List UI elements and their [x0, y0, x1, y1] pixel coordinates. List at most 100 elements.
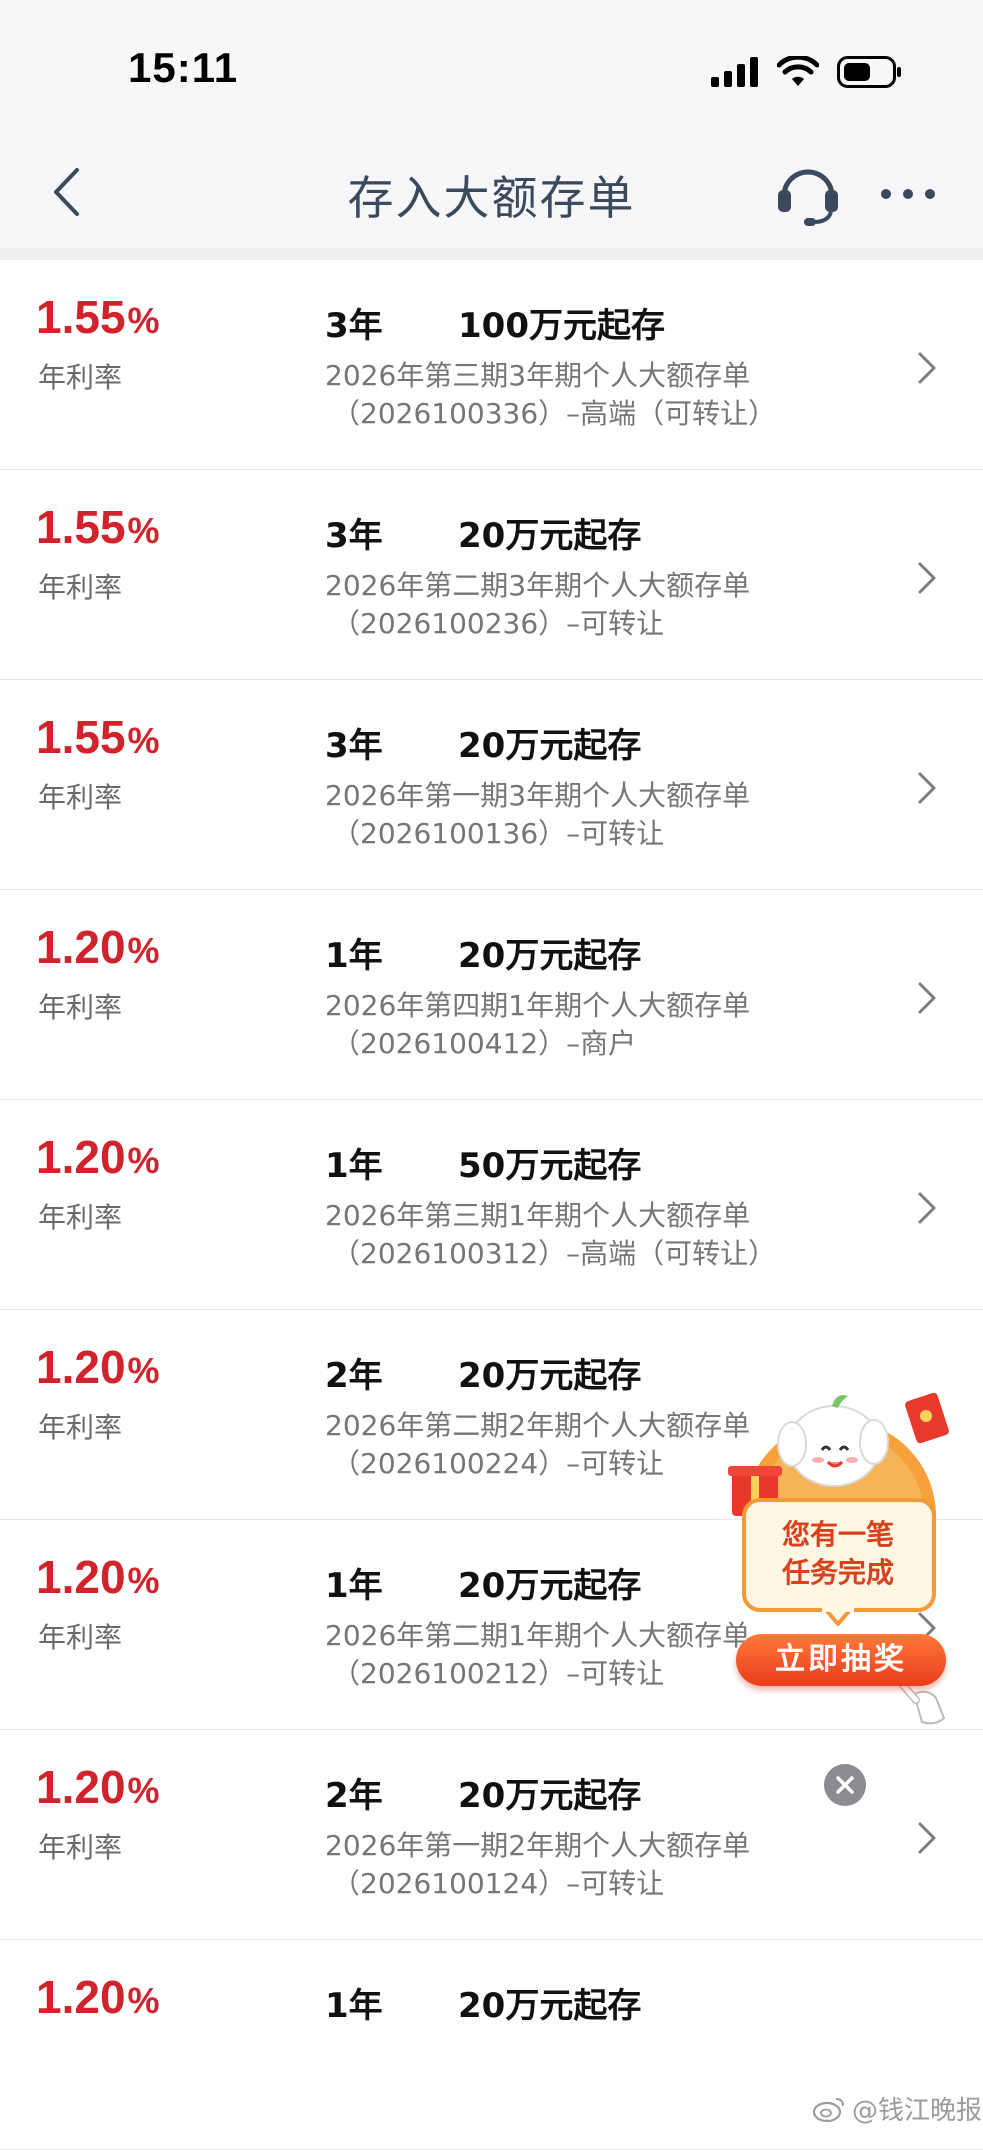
rate-number: 1.20 [36, 921, 126, 973]
term: 3年 [325, 516, 383, 556]
product-list: 1.55% 年利率 3年 100万元起存 2026年第三期3年期个人大额存单 （… [0, 260, 983, 2150]
term: 1年 [325, 936, 383, 976]
product-name: 2026年第三期1年期个人大额存单 [325, 1199, 751, 1232]
rate-number: 1.20 [36, 1761, 126, 1813]
minimum-deposit: 20万元起存 [458, 1986, 642, 2026]
minimum-deposit: 100万元起存 [458, 306, 665, 346]
product-code: （2026100124）–可转让 [332, 1867, 665, 1900]
rate-label: 年利率 [38, 781, 123, 814]
list-item[interactable]: 1.55% 年利率 3年 20万元起存 2026年第一期3年期个人大额存单 （2… [0, 680, 983, 890]
term: 1年 [325, 1566, 383, 1606]
product-code: （2026100236）–可转让 [332, 607, 665, 640]
list-item[interactable]: 1.55% 年利率 3年 100万元起存 2026年第三期3年期个人大额存单 （… [0, 260, 983, 470]
list-item[interactable]: 1.20% 年利率 2年 20万元起存 2026年第一期2年期个人大额存单 （2… [0, 1730, 983, 1940]
weibo-icon [812, 2097, 844, 2122]
product-name: 2026年第一期2年期个人大额存单 [325, 1829, 751, 1862]
rate-value: 1.20% [36, 1970, 160, 2024]
product-code: （2026100412）–商户 [332, 1027, 637, 1060]
rate-percent: % [127, 930, 160, 971]
list-item[interactable]: 1.55% 年利率 3年 20万元起存 2026年第二期3年期个人大额存单 （2… [0, 470, 983, 680]
minimum-deposit: 20万元起存 [458, 1776, 642, 1816]
rate-label: 年利率 [38, 991, 123, 1024]
term: 2年 [325, 1776, 383, 1816]
rate-value: 1.20% [36, 1760, 160, 1814]
minimum-deposit: 20万元起存 [458, 1356, 642, 1396]
rate-value: 1.20% [36, 1550, 160, 1604]
rate-percent: % [127, 1560, 160, 1601]
minimum-deposit: 50万元起存 [458, 1146, 642, 1186]
chevron-right-icon [918, 1192, 936, 1224]
promo-close-button[interactable] [824, 1764, 866, 1806]
product-name: 2026年第四期1年期个人大额存单 [325, 989, 751, 1022]
rate-percent: % [127, 1140, 160, 1181]
chevron-right-icon [918, 352, 936, 384]
list-item[interactable]: 1.20% 年利率 1年 20万元起存 2026年第四期1年期个人大额存单 （2… [0, 890, 983, 1100]
headset-icon [778, 169, 838, 226]
rate-value: 1.55% [36, 290, 160, 344]
rate-number: 1.55 [36, 711, 126, 763]
wifi-icon [777, 56, 819, 86]
chevron-right-icon [918, 1822, 936, 1854]
minimum-deposit: 20万元起存 [458, 936, 642, 976]
term: 2年 [325, 1356, 383, 1396]
product-code: （2026100312）–高端（可转让） [332, 1237, 777, 1270]
promo-message-line2: 任务完成 [781, 1556, 894, 1589]
nav-divider [0, 248, 983, 260]
minimum-deposit: 20万元起存 [458, 1566, 642, 1606]
rate-percent: % [127, 510, 160, 551]
promo-message: 您有一笔 任务完成 [750, 1516, 926, 1592]
rate-value: 1.20% [36, 1130, 160, 1184]
product-name: 2026年第二期3年期个人大额存单 [325, 569, 751, 602]
rate-number: 1.55 [36, 501, 126, 553]
rate-percent: % [127, 1350, 160, 1391]
status-bar: 15:11 [0, 0, 983, 140]
status-time: 15:11 [128, 44, 239, 91]
draw-now-button[interactable]: 立即抽奖 [736, 1634, 946, 1686]
rate-number: 1.20 [36, 1341, 126, 1393]
rate-value: 1.55% [36, 500, 160, 554]
rate-value: 1.20% [36, 920, 160, 974]
chevron-right-icon [918, 772, 936, 804]
battery-icon [837, 56, 901, 88]
rate-number: 1.55 [36, 291, 126, 343]
product-code: （2026100136）–可转让 [332, 817, 665, 850]
rate-percent: % [127, 300, 160, 341]
rate-label: 年利率 [38, 1411, 123, 1444]
customer-service-button[interactable] [776, 158, 840, 228]
rate-value: 1.20% [36, 1340, 160, 1394]
product-code: （2026100224）–可转让 [332, 1447, 665, 1480]
list-item[interactable]: 1.20% 年利率 1年 50万元起存 2026年第三期1年期个人大额存单 （2… [0, 1100, 983, 1310]
chevron-right-icon [918, 562, 936, 594]
minimum-deposit: 20万元起存 [458, 516, 642, 556]
signal-icon [711, 57, 758, 87]
watermark: @钱江晚报 [812, 2090, 982, 2127]
more-button[interactable] [878, 164, 938, 224]
rate-percent: % [127, 1980, 160, 2021]
rate-label: 年利率 [38, 571, 123, 604]
rate-number: 1.20 [36, 1971, 126, 2023]
close-icon [836, 1776, 854, 1794]
minimum-deposit: 20万元起存 [458, 726, 642, 766]
product-name: 2026年第二期2年期个人大额存单 [325, 1409, 751, 1442]
product-code: （2026100336）–高端（可转让） [332, 397, 777, 430]
rate-number: 1.20 [36, 1551, 126, 1603]
rate-value: 1.55% [36, 710, 160, 764]
term: 3年 [325, 726, 383, 766]
product-code: （2026100212）–可转让 [332, 1657, 665, 1690]
status-icons [711, 52, 903, 92]
term: 3年 [325, 306, 383, 346]
rate-label: 年利率 [38, 1201, 123, 1234]
chevron-right-icon [918, 982, 936, 1014]
term: 1年 [325, 1146, 383, 1186]
product-name: 2026年第三期3年期个人大额存单 [325, 359, 751, 392]
term: 1年 [325, 1986, 383, 2026]
rate-label: 年利率 [38, 1831, 123, 1864]
rate-number: 1.20 [36, 1131, 126, 1183]
lottery-promo-widget[interactable]: 您有一笔 任务完成 立即抽奖 [722, 1388, 962, 1728]
more-dots-icon [881, 189, 935, 199]
rate-label: 年利率 [38, 1621, 123, 1654]
rate-label: 年利率 [38, 361, 123, 394]
watermark-text: @钱江晚报 [852, 2096, 983, 2126]
rate-percent: % [127, 1770, 160, 1811]
nav-bar: 存入大额存单 [0, 140, 983, 248]
